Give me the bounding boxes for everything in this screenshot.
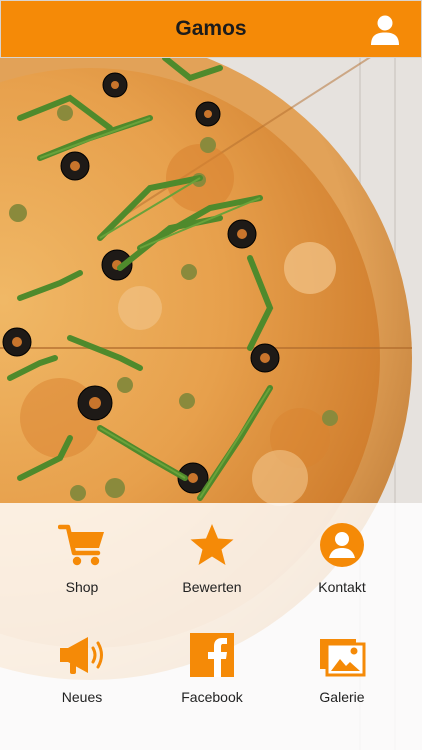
menu-grid: Shop Bewerten Kontakt Neues Facebook Gal… xyxy=(0,503,422,750)
megaphone-icon xyxy=(60,637,103,674)
menu-item-label: Kontakt xyxy=(318,579,366,595)
menu-item-facebook[interactable]: Facebook xyxy=(147,621,277,721)
app-title: Gamos xyxy=(175,17,247,40)
user-icon[interactable] xyxy=(369,14,401,46)
menu-item-label: Galerie xyxy=(319,689,365,705)
menu-item-label: Facebook xyxy=(181,689,243,705)
menu-item-contact[interactable]: Kontakt xyxy=(277,511,407,611)
facebook-icon xyxy=(190,633,234,677)
app-header: Gamos xyxy=(0,0,422,58)
gallery-icon xyxy=(320,639,366,677)
menu-item-shop[interactable]: Shop xyxy=(17,511,147,611)
shopping-cart-icon xyxy=(58,524,104,566)
contact-user-icon xyxy=(320,523,364,567)
menu-item-gallery[interactable]: Galerie xyxy=(277,621,407,721)
star-icon xyxy=(190,524,234,565)
menu-item-rate[interactable]: Bewerten xyxy=(147,511,277,611)
menu-item-label: Bewerten xyxy=(182,579,242,595)
menu-item-label: Neues xyxy=(61,689,103,705)
menu-item-news[interactable]: Neues xyxy=(17,621,147,721)
menu-item-label: Shop xyxy=(65,579,99,595)
